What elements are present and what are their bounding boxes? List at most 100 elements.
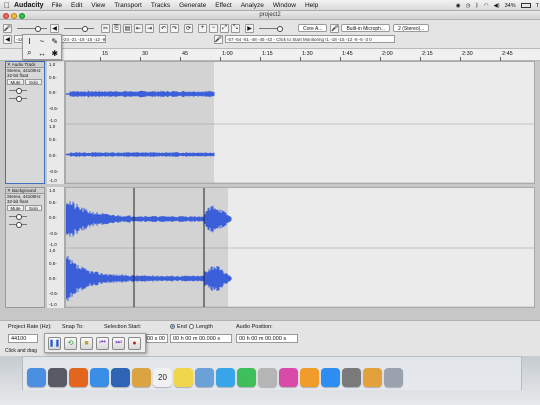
mute-button[interactable]: Mute xyxy=(7,205,24,211)
photo-icon[interactable] xyxy=(111,368,130,387)
itunes-icon[interactable] xyxy=(279,368,298,387)
menu-generate[interactable]: Generate xyxy=(179,2,206,9)
waveform-channel xyxy=(66,90,215,98)
zoom-tool-icon[interactable]: ⌕ xyxy=(23,47,36,59)
menu-edit[interactable]: Edit xyxy=(71,2,82,9)
firefox-icon[interactable] xyxy=(69,368,88,387)
stop-button[interactable]: ■ xyxy=(80,336,93,350)
undo-icon[interactable]: ↶ xyxy=(159,23,168,33)
track-format: 32-bit float xyxy=(7,73,29,78)
safari-icon[interactable] xyxy=(90,368,109,387)
wifi-icon[interactable]: ◠ xyxy=(484,3,489,9)
photos-icon[interactable] xyxy=(258,368,277,387)
pause-button[interactable]: ❚❚ xyxy=(48,336,61,350)
copy-icon[interactable]: ⎘ xyxy=(112,23,121,33)
meter-speaker-icon[interactable]: ◀ xyxy=(3,34,12,44)
volume-icon[interactable]: ◀) xyxy=(494,3,500,9)
draw-tool-icon[interactable]: ✎ xyxy=(48,35,61,47)
stickies-icon[interactable] xyxy=(174,368,193,387)
play-at-speed-icon[interactable]: ▶ xyxy=(245,23,254,33)
waveform-area[interactable] xyxy=(65,187,535,308)
menu-analyze[interactable]: Analyze xyxy=(241,2,264,9)
audio-host-select[interactable]: Core A... xyxy=(298,24,328,32)
clock-icon[interactable]: ◷ xyxy=(466,3,471,9)
apple-icon[interactable]:  xyxy=(0,1,14,10)
redo-icon[interactable]: ↷ xyxy=(170,23,179,33)
calendar-icon[interactable]: 20 xyxy=(153,368,172,387)
zoom-out-icon[interactable]: − xyxy=(209,23,218,33)
record-icon[interactable]: ◉ xyxy=(456,3,461,9)
appstore-icon[interactable] xyxy=(321,368,340,387)
length-radio[interactable]: Length xyxy=(189,324,213,330)
menu-transport[interactable]: Transport xyxy=(114,2,142,9)
messages-icon[interactable] xyxy=(216,368,235,387)
pan-slider[interactable] xyxy=(6,94,44,102)
gain-slider[interactable] xyxy=(6,212,44,220)
menu-help[interactable]: Help xyxy=(305,2,318,9)
facetime-icon[interactable] xyxy=(237,368,256,387)
record-button[interactable]: ● xyxy=(128,336,141,350)
skip-end-button[interactable]: ⏭ xyxy=(112,336,125,350)
launchpad-icon[interactable] xyxy=(48,368,67,387)
timeline-ruler[interactable]: 15 30 45 1:00 1:15 1:30 1:45 2:00 2:15 2:30 2:45 xyxy=(50,49,540,61)
envelope-tool-icon[interactable]: ~ xyxy=(36,35,49,47)
loop-play-button[interactable]: ⟲ xyxy=(64,336,77,350)
audio-position-field[interactable]: 00 h 00 m 00.000 s xyxy=(236,334,298,343)
ibooks-icon[interactable] xyxy=(300,368,319,387)
notes-icon[interactable] xyxy=(132,368,151,387)
bluetooth-icon[interactable]: ᛒ xyxy=(475,3,478,9)
timeshift-tool-icon[interactable]: ↔ xyxy=(36,47,49,59)
selection-end-field[interactable]: 00 h 00 m 00.000 s xyxy=(170,334,232,343)
selection-start-label: Selection Start: xyxy=(104,324,142,330)
speaker-icon[interactable]: ◀ xyxy=(50,23,59,33)
end-radio[interactable]: End xyxy=(170,324,187,330)
battery-percent[interactable]: 34% xyxy=(505,3,516,9)
skip-start-button[interactable]: ⏮ xyxy=(96,336,109,350)
menu-view[interactable]: View xyxy=(91,2,105,9)
selection-start-field[interactable]: 00 h 00 m 00.000 s xyxy=(146,334,168,343)
gain-slider[interactable] xyxy=(6,86,44,94)
solo-button[interactable]: Solo xyxy=(25,79,42,85)
input-source-icon[interactable]: T xyxy=(536,3,539,9)
fit-selection-icon[interactable]: ⤢ xyxy=(220,23,229,33)
track-control-panel[interactable]: ✕ Background Stereo, 44100Hz 32-bit floa… xyxy=(5,187,45,308)
menu-window[interactable]: Window xyxy=(273,2,296,9)
preview-icon[interactable] xyxy=(195,368,214,387)
sync-lock-icon[interactable]: ⟳ xyxy=(184,23,193,33)
menu-app-name[interactable]: Audacity xyxy=(14,2,44,9)
solo-button[interactable]: Solo xyxy=(25,205,42,211)
meter-mic-icon[interactable]: 🎤 xyxy=(214,34,223,44)
playback-volume-slider[interactable] xyxy=(64,25,94,32)
paste-icon[interactable]: ▤ xyxy=(123,23,132,33)
menu-effect[interactable]: Effect xyxy=(215,2,232,9)
menu-file[interactable]: File xyxy=(52,2,62,9)
recording-meter[interactable]: -57 -54 -51 -48 -45 -42 - Click to Start… xyxy=(225,35,395,43)
fit-project-icon[interactable]: ⤡ xyxy=(231,23,240,33)
silence-icon[interactable]: ⇥ xyxy=(145,23,154,33)
track-control-panel[interactable]: ✕ Audio Track Stereo, 44100Hz 32-bit flo… xyxy=(5,61,45,184)
battery-icon[interactable] xyxy=(520,3,531,8)
trash-icon[interactable] xyxy=(384,368,403,387)
zoom-in-icon[interactable]: + xyxy=(198,23,207,33)
waveform-channel xyxy=(66,256,232,301)
trim-icon[interactable]: ⇤ xyxy=(134,23,143,33)
selection-tool-icon[interactable]: I xyxy=(23,35,36,47)
finder-icon[interactable] xyxy=(27,368,46,387)
mic-device-icon: 🎤 xyxy=(330,23,340,33)
menu-tracks[interactable]: Tracks xyxy=(151,2,170,9)
waveform-area[interactable] xyxy=(65,61,535,184)
recording-volume-slider[interactable] xyxy=(17,25,47,32)
play-speed-slider[interactable] xyxy=(259,25,283,32)
cut-icon[interactable]: ✂ xyxy=(101,23,110,33)
waveform-channel xyxy=(66,152,215,157)
recording-device-select[interactable]: Built-in Microph... xyxy=(341,24,391,32)
recording-channels-select[interactable]: 2 (Stereo)... xyxy=(393,24,430,32)
status-bar-text: Click and drag xyxy=(5,348,37,354)
pan-slider[interactable] xyxy=(6,220,44,228)
multi-tool-icon[interactable]: ✱ xyxy=(48,47,61,59)
project-rate-field[interactable]: 44100 xyxy=(8,334,38,343)
mute-button[interactable]: Mute xyxy=(7,79,24,85)
mic-icon[interactable]: 🎤 xyxy=(3,23,12,33)
preferences-icon[interactable] xyxy=(342,368,361,387)
audacity-icon[interactable] xyxy=(363,368,382,387)
